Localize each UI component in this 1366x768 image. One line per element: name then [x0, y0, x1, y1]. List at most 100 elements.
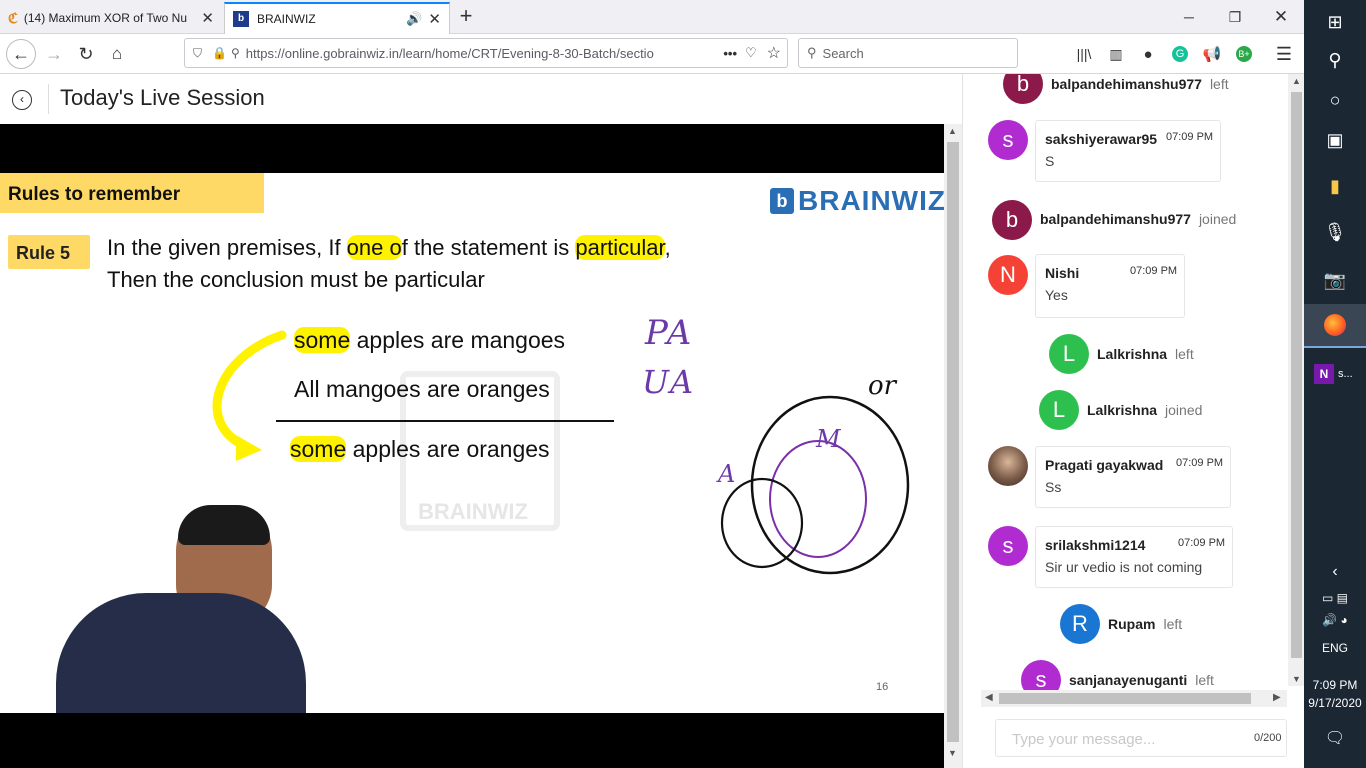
task-view-icon[interactable]: ▣	[1304, 118, 1366, 162]
reload-button[interactable]: ↻	[72, 40, 100, 68]
message-time: 07:09 PM	[1178, 537, 1226, 549]
chat-scrollbar[interactable]: ▲ ▼	[1288, 74, 1304, 686]
chat-panel: b balpandehimanshu977 left s sakshiyerawa…	[962, 74, 1304, 768]
user-name: Lalkrishna	[1087, 402, 1158, 418]
extension-icon[interactable]: B+	[1230, 40, 1258, 68]
page-header: ‹ Today's Live Session	[0, 74, 962, 124]
scroll-thumb[interactable]	[947, 142, 959, 742]
message-sender: srilakshmi1214	[1045, 537, 1146, 553]
user-name: Rupam	[1108, 616, 1156, 632]
tab-title: (14) Maximum XOR of Two Nu	[23, 11, 187, 25]
sidebar-icon[interactable]: ▥	[1102, 40, 1130, 68]
browser-tab-brainwiz[interactable]: b BRAINWIZ 🔊 ✕	[224, 2, 450, 34]
url-bar[interactable]: ⛉ 🔒 ⚲ https://online.gobrainwiz.in/learn…	[184, 38, 788, 68]
library-icon[interactable]: |||\	[1070, 40, 1098, 68]
onenote-icon[interactable]: Ns...	[1304, 352, 1366, 396]
search-input[interactable]: Search	[823, 46, 864, 61]
browser-tab-leetcode[interactable]: ℭ (14) Maximum XOR of Two Nu ✕	[0, 2, 222, 34]
message-text: S	[1045, 153, 1055, 169]
url-text[interactable]: https://online.gobrainwiz.in/learn/home/…	[246, 46, 716, 61]
user-name: sanjanayenuganti	[1069, 672, 1188, 688]
close-tab-icon[interactable]: ✕	[201, 9, 214, 27]
chat-message: srilakshmi1214 07:09 PM Sir ur vedio is …	[1035, 526, 1233, 588]
megaphone-icon[interactable]: 📢	[1198, 40, 1226, 68]
scroll-down-icon[interactable]: ▼	[948, 748, 957, 758]
message-time: 07:09 PM	[1176, 457, 1224, 469]
new-tab-icon[interactable]: +	[452, 4, 480, 30]
notifications-icon[interactable]: 🗨	[1304, 716, 1366, 760]
message-time: 07:09 PM	[1130, 265, 1178, 277]
navigation-bar: ← → ↻ ⌂ ⛉ 🔒 ⚲ https://online.gobrainwiz.…	[0, 34, 1304, 74]
avatar: s	[988, 526, 1028, 566]
file-explorer-icon[interactable]: ▮	[1304, 164, 1366, 208]
handwritten-a: A	[718, 460, 736, 488]
event-status: left	[1209, 76, 1229, 92]
venn-a-circle	[720, 477, 804, 569]
chat-event: sanjanayenuganti left	[1069, 672, 1214, 688]
restore-icon[interactable]: ❐	[1212, 0, 1258, 34]
char-counter: 0/200	[1254, 732, 1282, 744]
page-title: Today's Live Session	[60, 85, 265, 110]
home-button[interactable]: ⌂	[103, 40, 131, 68]
brainwiz-favicon-icon: b	[233, 11, 249, 27]
close-tab-icon[interactable]: ✕	[428, 10, 441, 28]
menu-icon[interactable]: ☰	[1270, 40, 1298, 68]
chat-horizontal-scrollbar[interactable]: ◀ ▶	[981, 690, 1287, 707]
windows-taskbar: ⊞ ⚲ ○ ▣ ▮ 🎙 📷 Ns... ‹ ▭ ▤ 🔊 ◕ ENG 7:09 P…	[1304, 0, 1366, 768]
user-name: balpandehimanshu977	[1051, 76, 1202, 92]
bookmark-star-icon[interactable]: ☆	[767, 43, 781, 63]
chat-event: balpandehimanshu977 joined	[1040, 211, 1236, 227]
scroll-up-icon[interactable]: ▲	[1292, 76, 1301, 86]
user-name: balpandehimanshu977	[1040, 211, 1191, 227]
shield-icon[interactable]: ⛉	[193, 46, 202, 61]
presenter-video	[56, 505, 306, 713]
clock-time[interactable]: 7:09 PM	[1304, 678, 1366, 692]
leetcode-favicon-icon: ℭ	[8, 9, 18, 26]
forward-button[interactable]: →	[40, 40, 68, 68]
scroll-up-icon[interactable]: ▲	[948, 126, 957, 136]
user-name: Lalkrishna	[1097, 346, 1168, 362]
video-player[interactable]: Rules to remember b BRAINWIZ Rule 5 In t…	[0, 124, 944, 768]
firefox-icon[interactable]	[1304, 304, 1366, 348]
recorder-icon[interactable]: 🎙	[1304, 210, 1366, 254]
chat-message: sakshiyerawar95 07:09 PM S	[1035, 120, 1221, 182]
venn-or-circle	[750, 395, 910, 575]
search-bar[interactable]: ⚲ Search	[798, 38, 1018, 68]
tab-title: BRAINWIZ	[257, 12, 316, 26]
scroll-thumb[interactable]	[999, 693, 1251, 704]
language-indicator[interactable]: ENG	[1304, 626, 1366, 670]
back-button[interactable]: ←	[6, 39, 36, 69]
minimize-icon[interactable]: ─	[1166, 0, 1212, 34]
clock-date[interactable]: 9/17/2020	[1304, 696, 1366, 710]
avatar: b	[1003, 74, 1043, 104]
page-actions-icon[interactable]: •••	[723, 46, 737, 61]
grammarly-icon[interactable]: G	[1166, 40, 1194, 68]
chat-event: Lalkrishna left	[1097, 346, 1194, 362]
pocket-icon[interactable]: ♡	[745, 45, 757, 61]
message-sender: Pragati gayakwad	[1045, 457, 1164, 473]
lock-icon[interactable]: 🔒	[212, 46, 227, 60]
venn-m-circle	[769, 440, 867, 558]
permissions-icon[interactable]: ⚲	[231, 46, 240, 60]
chat-message: Pragati gayakwad 07:09 PM Ss	[1035, 446, 1231, 508]
event-status: joined	[1198, 211, 1237, 227]
search-icon[interactable]: ⚲	[1304, 38, 1366, 82]
scroll-down-icon[interactable]: ▼	[1292, 674, 1301, 684]
avatar-photo	[988, 446, 1028, 486]
event-status: joined	[1165, 402, 1203, 418]
chat-message-input[interactable]: Type your message... 0/200	[995, 719, 1287, 757]
avatar: R	[1060, 604, 1100, 644]
account-icon[interactable]: ●	[1134, 40, 1162, 68]
back-circle-icon[interactable]: ‹	[12, 90, 32, 110]
scroll-right-icon[interactable]: ▶	[1273, 692, 1281, 703]
message-text: Ss	[1045, 479, 1062, 495]
content-scrollbar[interactable]: ▲ ▼	[944, 124, 962, 768]
scroll-thumb[interactable]	[1291, 92, 1302, 658]
scroll-left-icon[interactable]: ◀	[985, 692, 993, 703]
close-window-icon[interactable]: ✕	[1258, 0, 1304, 34]
speaker-icon[interactable]: 🔊	[406, 11, 422, 27]
yellow-arrow-head	[236, 435, 262, 461]
cortana-icon[interactable]: ○	[1304, 78, 1366, 122]
camera-icon[interactable]: 📷	[1304, 258, 1366, 302]
avatar: b	[992, 200, 1032, 240]
